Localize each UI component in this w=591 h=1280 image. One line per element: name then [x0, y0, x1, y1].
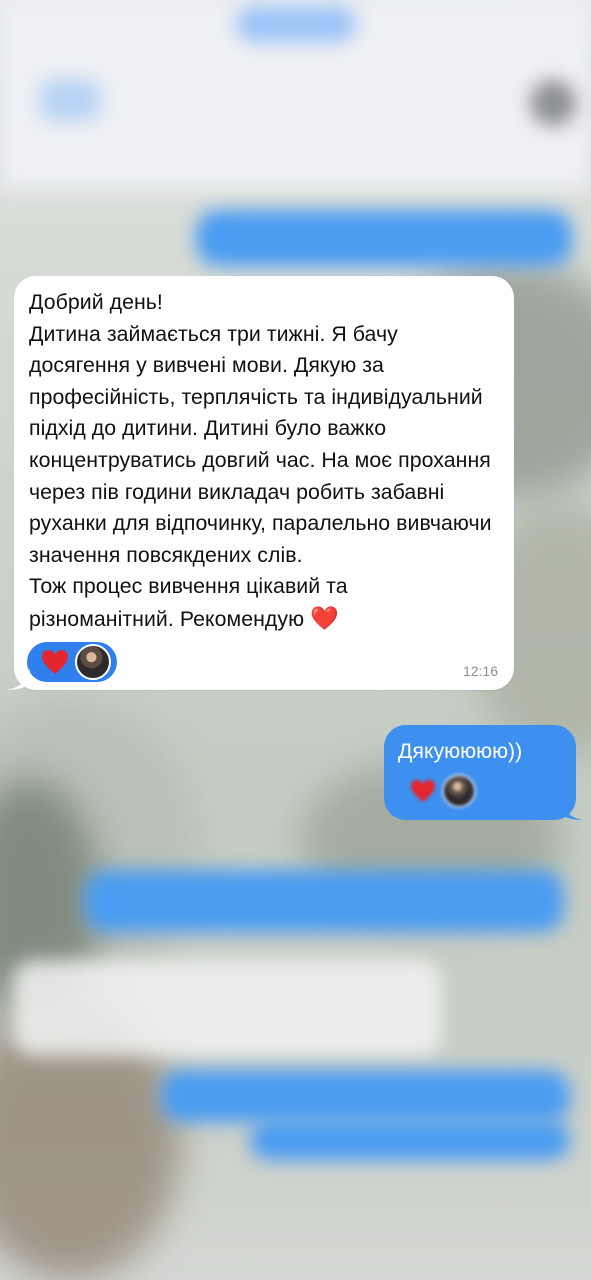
bubble-tail — [6, 667, 30, 690]
blurred-back-button — [40, 80, 100, 120]
incoming-message-bubble[interactable]: Добрий день! Дитина займається три тижні… — [6, 276, 514, 690]
outgoing-message-bubble[interactable]: Дякуюююю)) — [384, 725, 583, 820]
incoming-message-text: Добрий день! Дитина займається три тижні… — [29, 290, 492, 631]
blurred-message — [12, 960, 442, 1056]
blurred-message — [160, 1070, 570, 1122]
reaction-pill[interactable] — [27, 641, 117, 682]
blurred-avatar — [530, 80, 576, 126]
outgoing-reactions[interactable] — [410, 773, 476, 809]
blurred-message — [196, 210, 572, 266]
blurred-message — [84, 870, 564, 932]
heart-emoji: ❤️ — [310, 604, 339, 631]
bubble-tail — [561, 800, 583, 820]
outgoing-message-text: Дякуюююю)) — [398, 739, 523, 763]
heart-icon — [411, 779, 435, 803]
reactor-avatar — [442, 774, 476, 808]
message-time: 12:16 — [462, 662, 498, 679]
heart-icon — [42, 649, 68, 674]
reactor-avatar — [75, 643, 111, 680]
blurred-message — [250, 1120, 570, 1160]
blurred-header-pill — [236, 6, 356, 42]
